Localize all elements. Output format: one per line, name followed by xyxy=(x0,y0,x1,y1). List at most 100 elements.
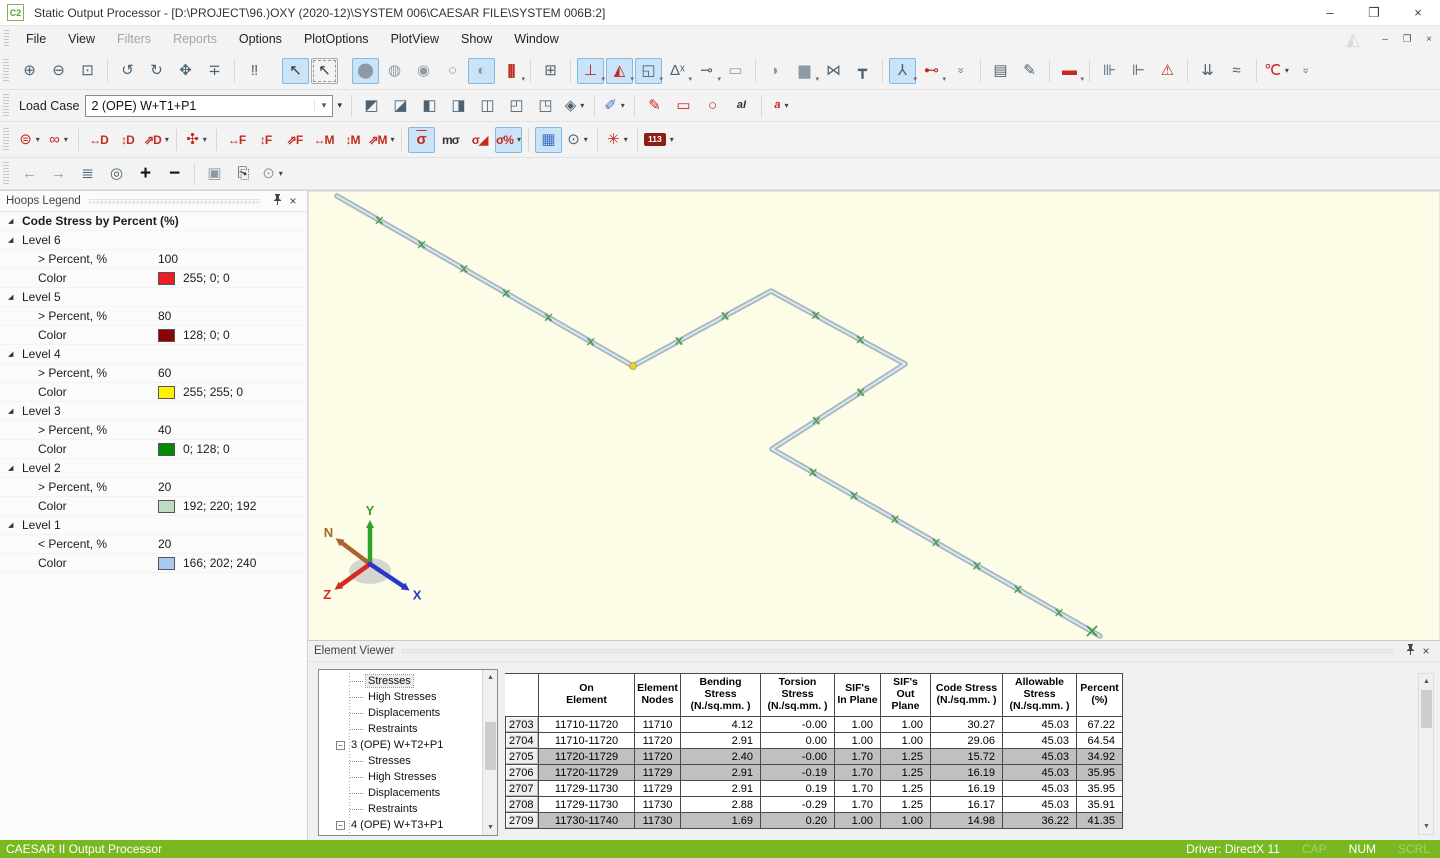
color-swatch[interactable] xyxy=(158,272,175,285)
collapse-arrow-icon[interactable]: ◢ xyxy=(8,464,18,472)
column-header[interactable]: Torsion Stress (N./sq.mm. ) xyxy=(761,673,835,717)
menu-item[interactable]: Show xyxy=(450,32,503,46)
render-translucent-icon[interactable]: ◐ xyxy=(468,58,495,84)
axes-toggle-icon[interactable]: ⅄ xyxy=(889,58,916,84)
row-id[interactable]: 2705 xyxy=(505,749,539,765)
displacements-toggle-icon[interactable]: ◱ xyxy=(635,58,662,84)
animated-deflection-icon[interactable]: ∞ xyxy=(45,127,72,153)
view-orientation-icon[interactable]: ◈ xyxy=(561,93,588,119)
table-row[interactable]: 2708 11729-11730 11730 2.88 -0.29 1.70 1… xyxy=(505,797,1123,813)
menu-item[interactable]: View xyxy=(57,32,106,46)
render-outline-icon[interactable]: ○ xyxy=(439,58,466,84)
row-id[interactable]: 2706 xyxy=(505,765,539,781)
tree-item[interactable]: Stresses xyxy=(319,753,482,769)
code-stress-icon[interactable]: σ xyxy=(408,127,435,153)
tree-item[interactable]: − 4 (OPE) W+T3+P1 xyxy=(319,817,482,833)
render-mesh-icon[interactable]: ◉ xyxy=(410,58,437,84)
scroll-thumb[interactable] xyxy=(1421,690,1432,728)
zoom-window-icon[interactable]: ⊡ xyxy=(74,58,101,84)
event-burst-icon[interactable]: ✳ xyxy=(604,127,631,153)
collapse-arrow-icon[interactable]: ◢ xyxy=(8,350,18,358)
tree-item[interactable]: Displacements xyxy=(319,705,482,721)
stress-gradient-icon[interactable]: σ◢ xyxy=(466,127,493,153)
toolbox-icon[interactable]: ▤ xyxy=(987,58,1014,84)
uniform-loads-icon[interactable]: ⇊ xyxy=(1194,58,1221,84)
node-increment-icon[interactable]: ⊷ xyxy=(918,58,945,84)
back-icon[interactable]: ← xyxy=(16,161,43,187)
pan-icon[interactable]: ✥ xyxy=(172,58,199,84)
find-icon[interactable]: ◎ xyxy=(103,161,130,187)
column-header[interactable]: Bending Stress (N./sq.mm. ) xyxy=(681,673,761,717)
view-front-icon[interactable]: ◫ xyxy=(474,93,501,119)
zoom-out-icon[interactable]: ⊖ xyxy=(45,58,72,84)
collapse-box-icon[interactable]: − xyxy=(336,741,345,750)
color-swatch[interactable] xyxy=(158,329,175,342)
row-id[interactable]: 2703 xyxy=(505,717,539,733)
table-row[interactable]: 2707 11729-11730 11729 2.91 0.19 1.70 1.… xyxy=(505,781,1123,797)
menu-item[interactable]: File xyxy=(15,32,57,46)
walk-through-icon[interactable]: ‼ xyxy=(241,58,268,84)
rubber-band-select-icon[interactable]: ↖ xyxy=(311,58,338,84)
report-icon[interactable]: ≣ xyxy=(74,161,101,187)
load-case-more-icon[interactable]: ▾ xyxy=(337,100,342,111)
zoom-table-icon[interactable]: ⊙ xyxy=(564,127,591,153)
overflow-chevron-icon[interactable]: » xyxy=(947,58,974,84)
color-swatch[interactable] xyxy=(158,500,175,513)
table-scrollbar[interactable]: ▲ ▼ xyxy=(1418,673,1434,835)
four-views-icon[interactable]: ⊞ xyxy=(537,58,564,84)
table-row[interactable]: 2703 11710-11720 11710 4.12 -0.00 1.00 1… xyxy=(505,717,1123,733)
menu-item[interactable]: PlotOptions xyxy=(293,32,380,46)
anchors-toggle-icon[interactable]: ◭ xyxy=(606,58,633,84)
pin-icon[interactable] xyxy=(1402,644,1418,658)
annotate-freehand-icon[interactable]: ✎ xyxy=(641,93,668,119)
collapse-arrow-icon[interactable]: ◢ xyxy=(8,293,18,301)
table-row[interactable]: 2706 11720-11729 11729 2.91 -0.19 1.70 1… xyxy=(505,765,1123,781)
select-icon[interactable]: ↖ xyxy=(282,58,309,84)
annotate-text-icon[interactable]: aI xyxy=(728,93,755,119)
table-row[interactable]: 2704 11710-11720 11720 2.91 0.00 1.00 1.… xyxy=(505,733,1123,749)
menu-item[interactable]: Reports xyxy=(162,32,228,46)
menu-item[interactable]: PlotView xyxy=(380,32,450,46)
remove-icon[interactable]: − xyxy=(161,161,188,187)
view-top-icon[interactable]: ◰ xyxy=(503,93,530,119)
mdi-restore-icon[interactable]: ❐ xyxy=(1396,30,1418,48)
panel-drag-texture[interactable] xyxy=(89,199,261,204)
column-header[interactable]: SIF's In Plane xyxy=(835,673,881,717)
moment-x-icon[interactable]: ↔M xyxy=(310,127,337,153)
tree-item[interactable]: Restraints xyxy=(319,721,482,737)
column-header[interactable]: Percent (%) xyxy=(1077,673,1123,717)
row-id[interactable]: 2708 xyxy=(505,797,539,813)
view-left-icon[interactable]: ◧ xyxy=(416,93,443,119)
flanges-toggle-icon[interactable]: ▭ xyxy=(722,58,749,84)
scroll-down-icon[interactable]: ▼ xyxy=(1419,819,1434,834)
render-wireframe-icon[interactable]: ◍ xyxy=(381,58,408,84)
scroll-up-icon[interactable]: ▲ xyxy=(483,670,498,685)
pin-icon[interactable] xyxy=(269,194,285,208)
column-header[interactable]: On Element xyxy=(539,673,635,717)
print-preview-icon[interactable]: ⊙ xyxy=(259,161,286,187)
zoom-extents-icon[interactable]: ⊕ xyxy=(16,58,43,84)
hangers-toggle-icon[interactable]: ⊸ xyxy=(693,58,720,84)
collapse-box-icon[interactable]: − xyxy=(336,821,345,830)
overflow-chevron-icon[interactable]: » xyxy=(1292,58,1319,84)
column-header[interactable]: Element Nodes xyxy=(635,673,681,717)
annotate-circle-icon[interactable]: ○ xyxy=(699,93,726,119)
rotate-icon[interactable]: ↺ xyxy=(114,58,141,84)
close-button-icon[interactable]: × xyxy=(1396,0,1440,25)
row-id[interactable]: 2704 xyxy=(505,733,539,749)
scroll-down-icon[interactable]: ▼ xyxy=(483,820,498,835)
mdi-close-icon[interactable]: × xyxy=(1418,30,1440,48)
annotate-rectangle-icon[interactable]: ▭ xyxy=(670,93,697,119)
node-ruler-icon[interactable]: ⊪ xyxy=(1096,58,1123,84)
color-swatch[interactable] xyxy=(158,443,175,456)
insulation-toggle-icon[interactable]: ▬ xyxy=(1056,58,1083,84)
save-icon[interactable]: ▣ xyxy=(201,161,228,187)
color-swatch[interactable] xyxy=(158,386,175,399)
view-back-icon[interactable]: ◳ xyxy=(532,93,559,119)
equipment-warning-icon[interactable]: ⚠ xyxy=(1154,58,1181,84)
orbit-icon[interactable]: ↻ xyxy=(143,58,170,84)
displacement-y-icon[interactable]: ↕D xyxy=(114,127,141,153)
annotate-leader-icon[interactable]: a xyxy=(768,93,795,119)
tree-item[interactable]: Stresses xyxy=(319,673,482,689)
deflected-shape-icon[interactable]: ⊜ xyxy=(16,127,43,153)
